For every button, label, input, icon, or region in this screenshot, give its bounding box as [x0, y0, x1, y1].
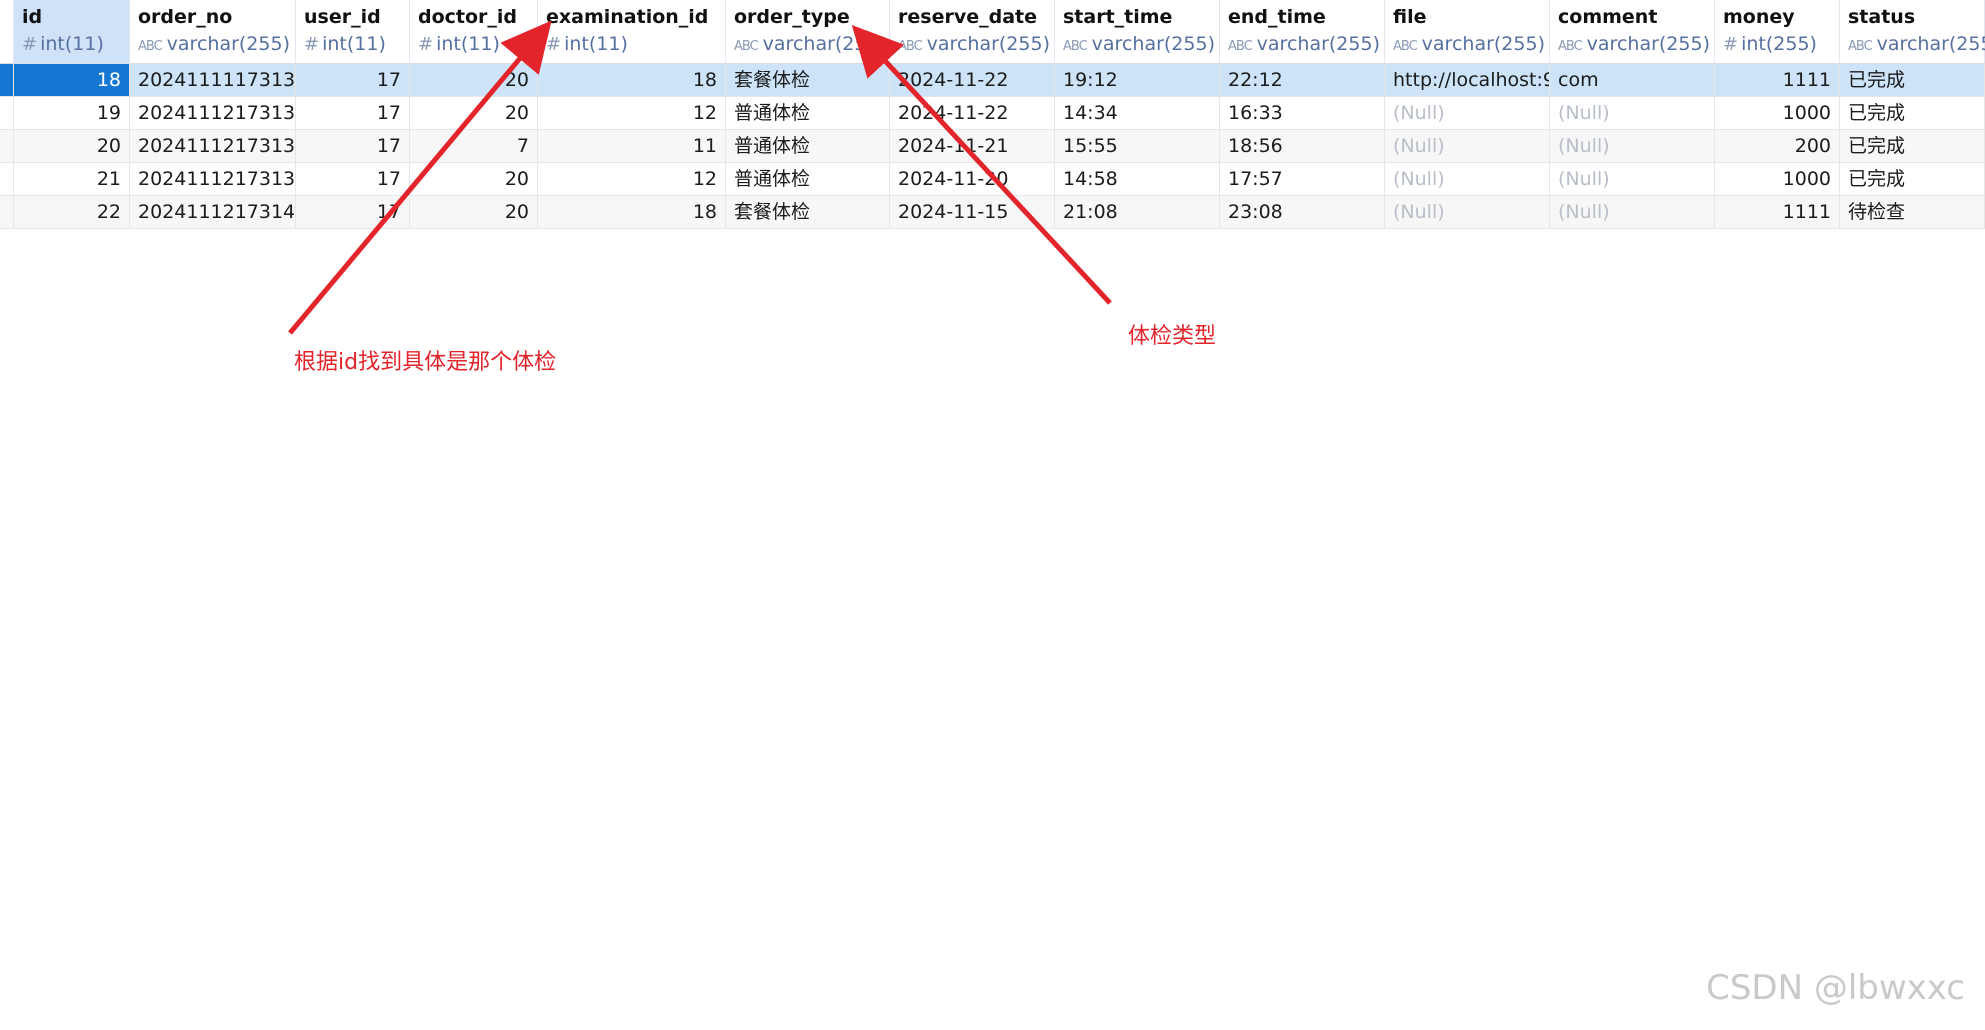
watermark: CSDN @lbwxxc — [1706, 968, 1965, 1008]
annotation-examination-id-note: 根据id找到具体是那个体检 — [294, 350, 557, 375]
arrow-to-order-type — [851, 25, 1112, 305]
arrow-to-examination-id — [288, 20, 552, 335]
annotation-arrows — [288, 20, 1112, 335]
annotation-order-type-note: 体检类型 — [1128, 324, 1217, 349]
